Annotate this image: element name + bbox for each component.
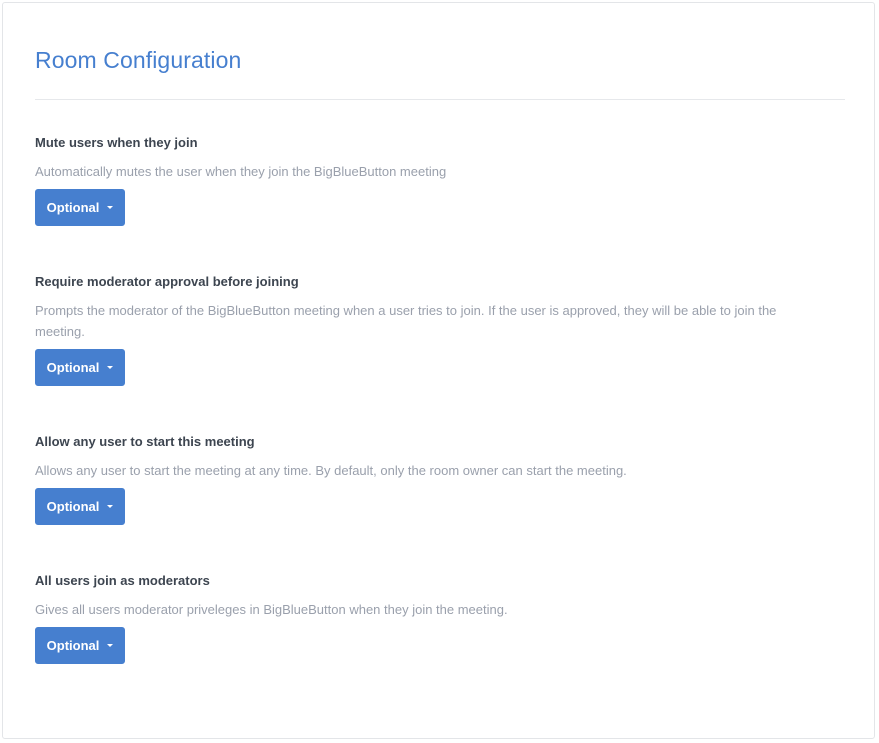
setting-anyone-can-start: Allow any user to start this meeting All… xyxy=(35,434,825,525)
title-divider xyxy=(35,99,845,100)
setting-mute-on-join: Mute users when they join Automatically … xyxy=(35,135,825,226)
setting-all-join-as-moderators: All users join as moderators Gives all u… xyxy=(35,573,825,664)
caret-down-icon xyxy=(107,644,114,647)
anyone-can-start-dropdown-button[interactable]: Optional xyxy=(35,488,125,525)
dropdown-value: Optional xyxy=(46,360,100,375)
setting-label: Mute users when they join xyxy=(35,135,198,150)
page-title: Room Configuration xyxy=(35,47,242,73)
dropdown-value: Optional xyxy=(46,200,100,215)
caret-down-icon xyxy=(107,505,114,508)
dropdown-value: Optional xyxy=(46,638,100,653)
setting-label: Require moderator approval before joinin… xyxy=(35,274,299,289)
moderator-approval-dropdown-button[interactable]: Optional xyxy=(35,349,125,386)
caret-down-icon xyxy=(107,206,114,209)
caret-down-icon xyxy=(107,366,114,369)
mute-on-join-dropdown-button[interactable]: Optional xyxy=(35,189,125,226)
room-configuration-card: Room Configuration Mute users when they … xyxy=(2,2,875,739)
setting-description: Automatically mutes the user when they j… xyxy=(35,164,447,179)
setting-label: Allow any user to start this meeting xyxy=(35,434,255,449)
setting-description: Gives all users moderator priveleges in … xyxy=(35,602,508,617)
setting-description: Prompts the moderator of the BigBlueButt… xyxy=(35,303,777,339)
setting-label: All users join as moderators xyxy=(35,573,210,588)
dropdown-value: Optional xyxy=(46,499,100,514)
setting-description: Allows any user to start the meeting at … xyxy=(35,463,627,478)
all-join-as-moderators-dropdown-button[interactable]: Optional xyxy=(35,627,125,664)
setting-moderator-approval: Require moderator approval before joinin… xyxy=(35,274,825,386)
